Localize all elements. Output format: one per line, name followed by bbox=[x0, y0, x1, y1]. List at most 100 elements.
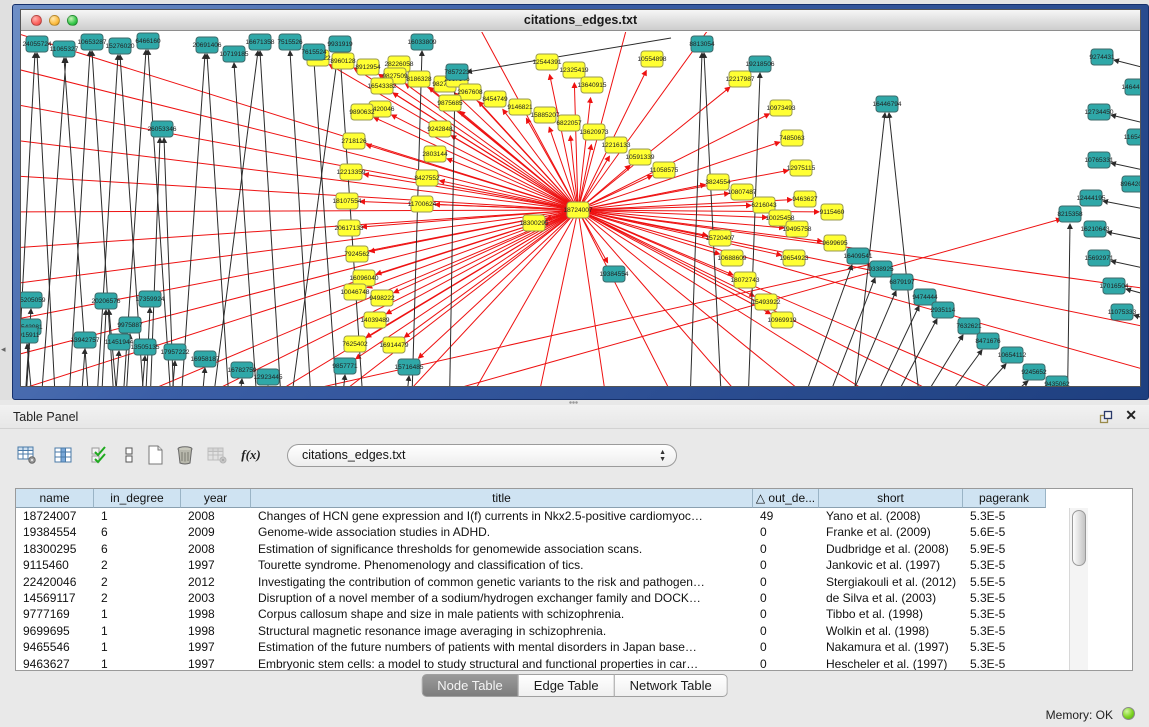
table-cell[interactable]: 2003 bbox=[181, 590, 251, 606]
column-header-short[interactable]: short bbox=[819, 489, 963, 508]
table-cell[interactable]: 5.9E-5 bbox=[963, 541, 1046, 557]
table-cell[interactable]: 5.3E-5 bbox=[963, 656, 1046, 671]
table-cell[interactable]: 1997 bbox=[181, 557, 251, 573]
row-layout-icon[interactable] bbox=[116, 442, 142, 468]
table-cell[interactable]: 5.3E-5 bbox=[963, 508, 1046, 524]
table-cell[interactable]: Embryonic stem cells: a model to study s… bbox=[251, 656, 753, 671]
graph-node[interactable]: 12734450 bbox=[1085, 104, 1114, 120]
graph-node[interactable]: 16543382 bbox=[368, 78, 397, 94]
graph-node[interactable]: 8912954 bbox=[355, 59, 381, 75]
table-cell[interactable]: 1 bbox=[94, 623, 181, 639]
table-cell[interactable]: Dudbridge et al. (2008) bbox=[819, 541, 963, 557]
table-cell[interactable]: Yano et al. (2008) bbox=[819, 508, 963, 524]
graph-node[interactable]: 16409541 bbox=[844, 248, 873, 264]
table-vertical-scrollbar[interactable] bbox=[1069, 508, 1088, 670]
graph-node[interactable]: 8813054 bbox=[689, 36, 715, 52]
table-cell[interactable]: 9463627 bbox=[16, 656, 94, 671]
table-row[interactable]: 946362711997Embryonic stem cells: a mode… bbox=[16, 656, 1132, 671]
table-cell[interactable]: Corpus callosum shape and size in male p… bbox=[251, 606, 753, 622]
graph-node[interactable]: 10969919 bbox=[768, 312, 797, 328]
table-cell[interactable]: 9465546 bbox=[16, 639, 94, 655]
graph-node[interactable]: 19495758 bbox=[783, 221, 812, 237]
graph-node[interactable]: 16210643 bbox=[1081, 221, 1110, 237]
column-header-name[interactable]: name bbox=[16, 489, 94, 508]
graph-node[interactable]: 14039489 bbox=[361, 312, 390, 328]
minimize-window-button[interactable] bbox=[49, 15, 60, 26]
table-settings-icon[interactable] bbox=[14, 442, 40, 468]
table-cell[interactable]: 9115460 bbox=[16, 557, 94, 573]
graph-node[interactable]: 17016504 bbox=[1100, 278, 1129, 294]
graph-node[interactable]: 10765331 bbox=[1085, 152, 1114, 168]
graph-node[interactable]: 7625402 bbox=[342, 336, 368, 352]
graph-node[interactable]: 7632621 bbox=[956, 318, 982, 334]
graph-node[interactable]: 9242848 bbox=[427, 121, 453, 137]
graph-node[interactable]: 10719185 bbox=[220, 46, 249, 62]
graph-node[interactable]: 9975887 bbox=[117, 317, 143, 333]
table-cell[interactable]: 0 bbox=[753, 574, 819, 590]
table-cell[interactable]: Genome-wide association studies in ADHD. bbox=[251, 524, 753, 540]
expand-west-panel-icon[interactable]: ◂ bbox=[1, 344, 6, 355]
graph-node[interactable]: 16914479 bbox=[380, 337, 409, 353]
close-panel-icon[interactable]: ✕ bbox=[1125, 407, 1137, 424]
graph-node[interactable]: 16446794 bbox=[873, 96, 902, 112]
graph-node[interactable]: 8454749 bbox=[482, 91, 508, 107]
graph-node[interactable]: 20206576 bbox=[92, 293, 121, 309]
table-cell[interactable]: 5.5E-5 bbox=[963, 574, 1046, 590]
table-cell[interactable]: 22420046 bbox=[16, 574, 94, 590]
graph-node[interactable]: 20691406 bbox=[193, 37, 222, 53]
table-cell[interactable]: 5.6E-5 bbox=[963, 524, 1046, 540]
graph-node[interactable]: 7857223 bbox=[444, 64, 470, 80]
splitter-grip-icon[interactable] bbox=[569, 401, 578, 404]
table-cell[interactable]: 5.3E-5 bbox=[963, 590, 1046, 606]
table-cell[interactable]: 2012 bbox=[181, 574, 251, 590]
select-rows-icon[interactable] bbox=[86, 442, 112, 468]
table-cell[interactable]: 1 bbox=[94, 606, 181, 622]
tab-node-table[interactable]: Node Table bbox=[421, 674, 519, 697]
graph-node[interactable]: 12213359 bbox=[337, 164, 366, 180]
show-columns-icon[interactable] bbox=[50, 442, 76, 468]
graph-node[interactable]: 10046748 bbox=[341, 284, 370, 300]
graph-node[interactable]: 11700624 bbox=[408, 196, 437, 212]
graph-node[interactable]: 9857771 bbox=[332, 358, 358, 374]
graph-node[interactable]: 16671358 bbox=[246, 34, 275, 50]
scrollbar-thumb[interactable] bbox=[1072, 510, 1086, 566]
graph-node[interactable]: 9890632 bbox=[349, 104, 375, 120]
graph-node[interactable]: 17957222 bbox=[161, 344, 190, 360]
table-cell[interactable]: 2008 bbox=[181, 541, 251, 557]
table-cell[interactable]: 49 bbox=[753, 508, 819, 524]
graph-node[interactable]: 2935114 bbox=[931, 302, 956, 318]
graph-node[interactable]: 9115460 bbox=[820, 204, 845, 220]
west-panel-rail[interactable]: ◂ bbox=[0, 0, 12, 400]
graph-node[interactable]: 9875685 bbox=[437, 95, 463, 111]
graph-node[interactable]: 10688609 bbox=[718, 250, 747, 266]
graph-node[interactable]: 8964203 bbox=[1120, 176, 1140, 192]
table-cell[interactable]: 1997 bbox=[181, 639, 251, 655]
graph-node[interactable]: 9146821 bbox=[507, 99, 533, 115]
graph-node[interactable]: 18072743 bbox=[731, 272, 760, 288]
graph-node[interactable]: 18107554 bbox=[333, 193, 362, 209]
column-header-title[interactable]: title bbox=[251, 489, 753, 508]
table-selector-dropdown[interactable]: citations_edges.txt ▲▼ bbox=[287, 444, 677, 467]
table-cell[interactable]: 0 bbox=[753, 524, 819, 540]
graph-node[interactable]: 19654923 bbox=[780, 250, 809, 266]
graph-node[interactable]: 11075333 bbox=[1108, 304, 1137, 320]
graph-node[interactable]: 7615524 bbox=[301, 44, 327, 60]
graph-node[interactable]: 9463627 bbox=[792, 191, 818, 207]
table-cell[interactable]: 0 bbox=[753, 656, 819, 671]
graph-node[interactable]: 19384554 bbox=[600, 266, 629, 282]
graph-node[interactable]: 9274431 bbox=[1089, 49, 1115, 65]
column-header-out_de[interactable]: △ out_de... bbox=[753, 489, 819, 508]
graph-node[interactable]: 26053346 bbox=[148, 121, 177, 137]
table-cell[interactable]: 1 bbox=[94, 639, 181, 655]
graph-node[interactable]: 3824554 bbox=[705, 174, 731, 190]
graph-node[interactable]: 19218506 bbox=[746, 56, 775, 72]
graph-node[interactable]: 12444195 bbox=[1077, 190, 1106, 206]
column-header-pagerank[interactable]: pagerank bbox=[963, 489, 1046, 508]
table-cell[interactable]: Changes of HCN gene expression and I(f) … bbox=[251, 508, 753, 524]
graph-node[interactable]: 11654342 bbox=[1124, 129, 1140, 145]
graph-node[interactable]: 17359924 bbox=[136, 291, 165, 307]
table-cell[interactable]: 0 bbox=[753, 639, 819, 655]
graph-node[interactable]: 10653287 bbox=[78, 34, 107, 50]
table-cell[interactable]: Franke et al. (2009) bbox=[819, 524, 963, 540]
graph-node[interactable]: 8960128 bbox=[330, 53, 356, 69]
